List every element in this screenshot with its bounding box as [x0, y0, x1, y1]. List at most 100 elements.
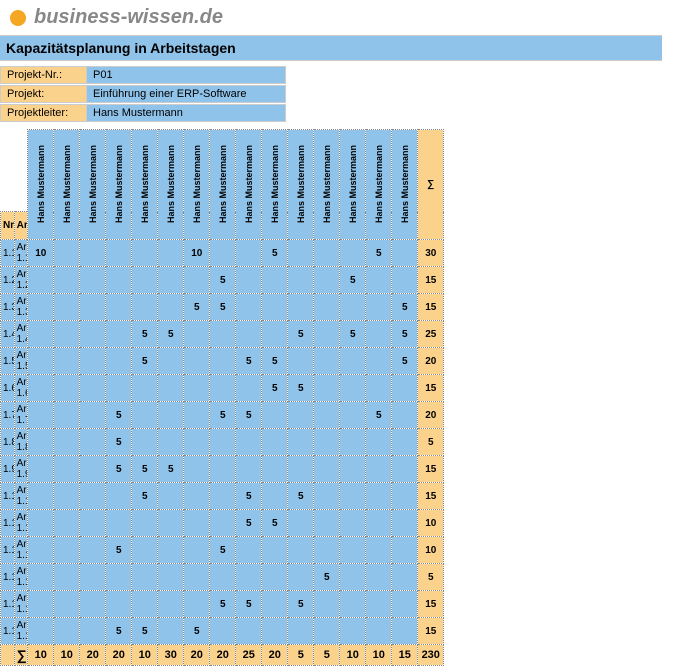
header-person: Hans Mustermann [184, 130, 210, 240]
cell-value [28, 429, 54, 456]
cell-value [288, 456, 314, 483]
cell-value [28, 456, 54, 483]
cell-value: 5 [236, 510, 262, 537]
cell-value [28, 564, 54, 591]
cell-value [80, 510, 106, 537]
cell-value [158, 429, 184, 456]
cell-rowsum: 15 [418, 618, 444, 645]
header-person: Hans Mustermann [340, 130, 366, 240]
cell-value [132, 537, 158, 564]
cell-value [80, 618, 106, 645]
footer-colsum: 5 [288, 645, 314, 666]
cell-value: 5 [340, 321, 366, 348]
footer-blank [1, 645, 15, 666]
cell-value [54, 402, 80, 429]
cell-value: 5 [210, 537, 236, 564]
footer-colsum: 20 [262, 645, 288, 666]
cell-value [340, 564, 366, 591]
header-nr: Nr. [1, 212, 15, 240]
cell-value [392, 375, 418, 402]
cell-value [366, 564, 392, 591]
cell-value [262, 618, 288, 645]
cell-value [288, 348, 314, 375]
cell-value [288, 240, 314, 267]
cell-value [184, 321, 210, 348]
cell-value [106, 375, 132, 402]
cell-nr: 1.11 [1, 510, 15, 537]
capacity-table: Hans MustermannHans MustermannHans Muste… [0, 129, 662, 666]
cell-value [210, 240, 236, 267]
cell-value: 5 [132, 618, 158, 645]
cell-ap: Arbeitspaket 1.14 [14, 591, 28, 618]
cell-value [158, 510, 184, 537]
cell-ap: Arbeitspaket 1.8 [14, 429, 28, 456]
cell-value [54, 537, 80, 564]
cell-value: 5 [106, 402, 132, 429]
header-person: Hans Mustermann [54, 130, 80, 240]
cell-value [366, 429, 392, 456]
person-label: Hans Mustermann [400, 145, 410, 223]
cell-rowsum: 25 [418, 321, 444, 348]
cell-value [106, 564, 132, 591]
cell-value: 5 [366, 402, 392, 429]
cell-value [184, 483, 210, 510]
cell-value [288, 537, 314, 564]
cell-value [28, 591, 54, 618]
cell-value [158, 537, 184, 564]
table-row: 1.10Arbeitspaket 1.1055515 [1, 483, 663, 510]
cell-value [106, 294, 132, 321]
cell-value [288, 294, 314, 321]
person-label: Hans Mustermann [374, 145, 384, 223]
cell-value [366, 267, 392, 294]
person-label: Hans Mustermann [36, 145, 46, 223]
cell-rowsum: 15 [418, 483, 444, 510]
header-row-people: Hans MustermannHans MustermannHans Muste… [1, 130, 663, 212]
cell-value [132, 375, 158, 402]
cell-value [158, 483, 184, 510]
cell-value [314, 429, 340, 456]
cell-value: 5 [106, 618, 132, 645]
cell-value [28, 267, 54, 294]
cell-value [210, 618, 236, 645]
table-row: 1.13Arbeitspaket 1.1355 [1, 564, 663, 591]
cell-rowsum: 5 [418, 429, 444, 456]
meta-block: Projekt-Nr.: P01 Projekt: Einführung ein… [0, 61, 700, 129]
cell-value [106, 267, 132, 294]
header-person: Hans Mustermann [392, 130, 418, 240]
cell-value [80, 294, 106, 321]
header-person: Hans Mustermann [158, 130, 184, 240]
cell-nr: 1.5 [1, 348, 15, 375]
table-row: 1.2Arbeitspaket 1.25515 [1, 267, 663, 294]
cell-value [80, 267, 106, 294]
cell-value [340, 294, 366, 321]
footer-colsum: 5 [314, 645, 340, 666]
cell-value [28, 348, 54, 375]
person-label: Hans Mustermann [114, 145, 124, 223]
cell-value [54, 564, 80, 591]
cell-value [80, 348, 106, 375]
cell-value [80, 591, 106, 618]
header-person: Hans Mustermann [366, 130, 392, 240]
cell-value: 5 [210, 267, 236, 294]
cell-value [340, 591, 366, 618]
cell-nr: 1.14 [1, 591, 15, 618]
cell-value [262, 591, 288, 618]
cell-value [314, 348, 340, 375]
cell-value [236, 375, 262, 402]
cell-value: 5 [106, 537, 132, 564]
cell-value [184, 591, 210, 618]
cell-value: 5 [132, 321, 158, 348]
cell-value [132, 267, 158, 294]
cell-value [392, 267, 418, 294]
cell-value [158, 564, 184, 591]
cell-value [366, 294, 392, 321]
cell-value [132, 429, 158, 456]
cell-ap: Arbeitspaket 1.2 [14, 267, 28, 294]
cell-value [340, 456, 366, 483]
cell-value [288, 402, 314, 429]
cell-value: 5 [314, 564, 340, 591]
header-person: Hans Mustermann [28, 130, 54, 240]
cell-value [158, 240, 184, 267]
cell-value [366, 510, 392, 537]
cell-value [314, 483, 340, 510]
